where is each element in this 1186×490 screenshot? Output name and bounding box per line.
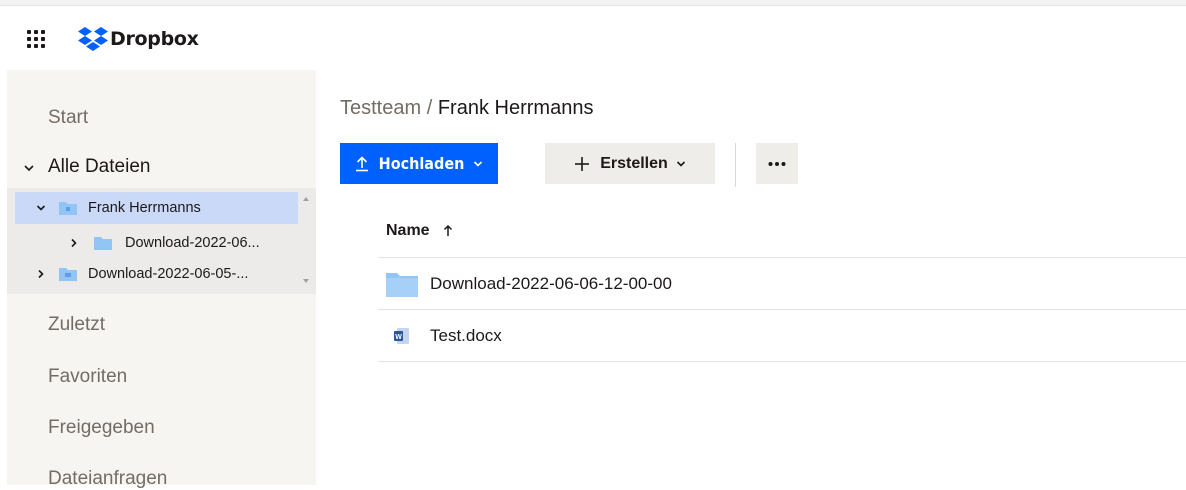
more-actions-button[interactable] <box>756 143 798 184</box>
tree-item-download-1[interactable]: Download-2022-06... <box>15 227 298 259</box>
tree-item-frank-herrmanns[interactable]: Frank Herrmanns <box>15 192 298 224</box>
main-content: Testteam / Frank Herrmanns Hochladen Ers… <box>316 70 1186 485</box>
sidebar-item-file-requests[interactable]: Dateianfragen <box>48 468 167 490</box>
brand-name: Dropbox <box>110 28 199 50</box>
chevron-right-icon[interactable] <box>36 269 46 279</box>
tree-item-label: Frank Herrmanns <box>88 200 201 216</box>
chevron-down-icon <box>676 160 685 167</box>
sidebar-item-recent[interactable]: Zuletzt <box>48 314 105 336</box>
create-label: Erstellen <box>600 154 668 172</box>
team-folder-icon <box>59 202 77 215</box>
tree-scrollbar[interactable] <box>301 192 311 288</box>
create-button[interactable]: Erstellen <box>545 143 715 184</box>
folder-icon <box>386 272 418 297</box>
chevron-down-icon[interactable] <box>36 203 46 213</box>
more-dots-icon <box>768 161 786 166</box>
plus-icon <box>575 156 590 171</box>
folder-icon <box>94 237 112 250</box>
breadcrumb: Testteam / Frank Herrmanns <box>340 97 593 120</box>
dropbox-box-icon <box>78 27 108 51</box>
tree-item-download-2[interactable]: Download-2022-06-05-... <box>15 258 298 290</box>
table-bottom-border <box>378 361 1186 362</box>
column-header-name[interactable]: Name <box>386 222 454 240</box>
chevron-down-icon[interactable] <box>23 162 35 174</box>
sidebar: Start Alle Dateien Frank Herrmanns Downl… <box>7 70 316 489</box>
tree-item-label: Download-2022-06... <box>125 235 260 251</box>
chevron-down-icon <box>474 160 483 167</box>
svg-text:W: W <box>395 334 402 341</box>
shared-folder-icon <box>59 268 77 281</box>
upload-icon <box>355 155 368 171</box>
sidebar-item-start[interactable]: Start <box>48 107 88 129</box>
row-name[interactable]: Download-2022-06-06-12-00-00 <box>430 274 672 294</box>
breadcrumb-separator: / <box>426 97 433 119</box>
app-header: Dropbox <box>0 6 1186 70</box>
row-name[interactable]: Test.docx <box>430 326 502 346</box>
upload-label: Hochladen <box>378 154 465 173</box>
sidebar-item-favorites[interactable]: Favoriten <box>48 366 127 388</box>
breadcrumb-current: Frank Herrmanns <box>437 97 594 119</box>
table-row[interactable]: W Test.docx <box>378 309 1186 361</box>
sort-ascending-icon <box>443 224 452 236</box>
table-row[interactable]: Download-2022-06-06-12-00-00 <box>378 257 1186 309</box>
app-grid-icon[interactable] <box>27 30 45 48</box>
sidebar-item-all-files[interactable]: Alle Dateien <box>48 156 150 178</box>
column-header-label: Name <box>386 222 430 239</box>
chevron-right-icon[interactable] <box>69 238 79 248</box>
dropbox-logo[interactable]: Dropbox <box>78 26 199 52</box>
tree-item-label: Download-2022-06-05-... <box>88 266 249 282</box>
breadcrumb-root[interactable]: Testteam <box>340 97 421 119</box>
word-doc-icon: W <box>394 327 409 344</box>
folder-tree: Frank Herrmanns Download-2022-06... Down… <box>7 188 316 294</box>
toolbar-divider <box>735 143 736 187</box>
sidebar-item-shared[interactable]: Freigegeben <box>48 417 155 439</box>
upload-button[interactable]: Hochladen <box>340 143 498 184</box>
